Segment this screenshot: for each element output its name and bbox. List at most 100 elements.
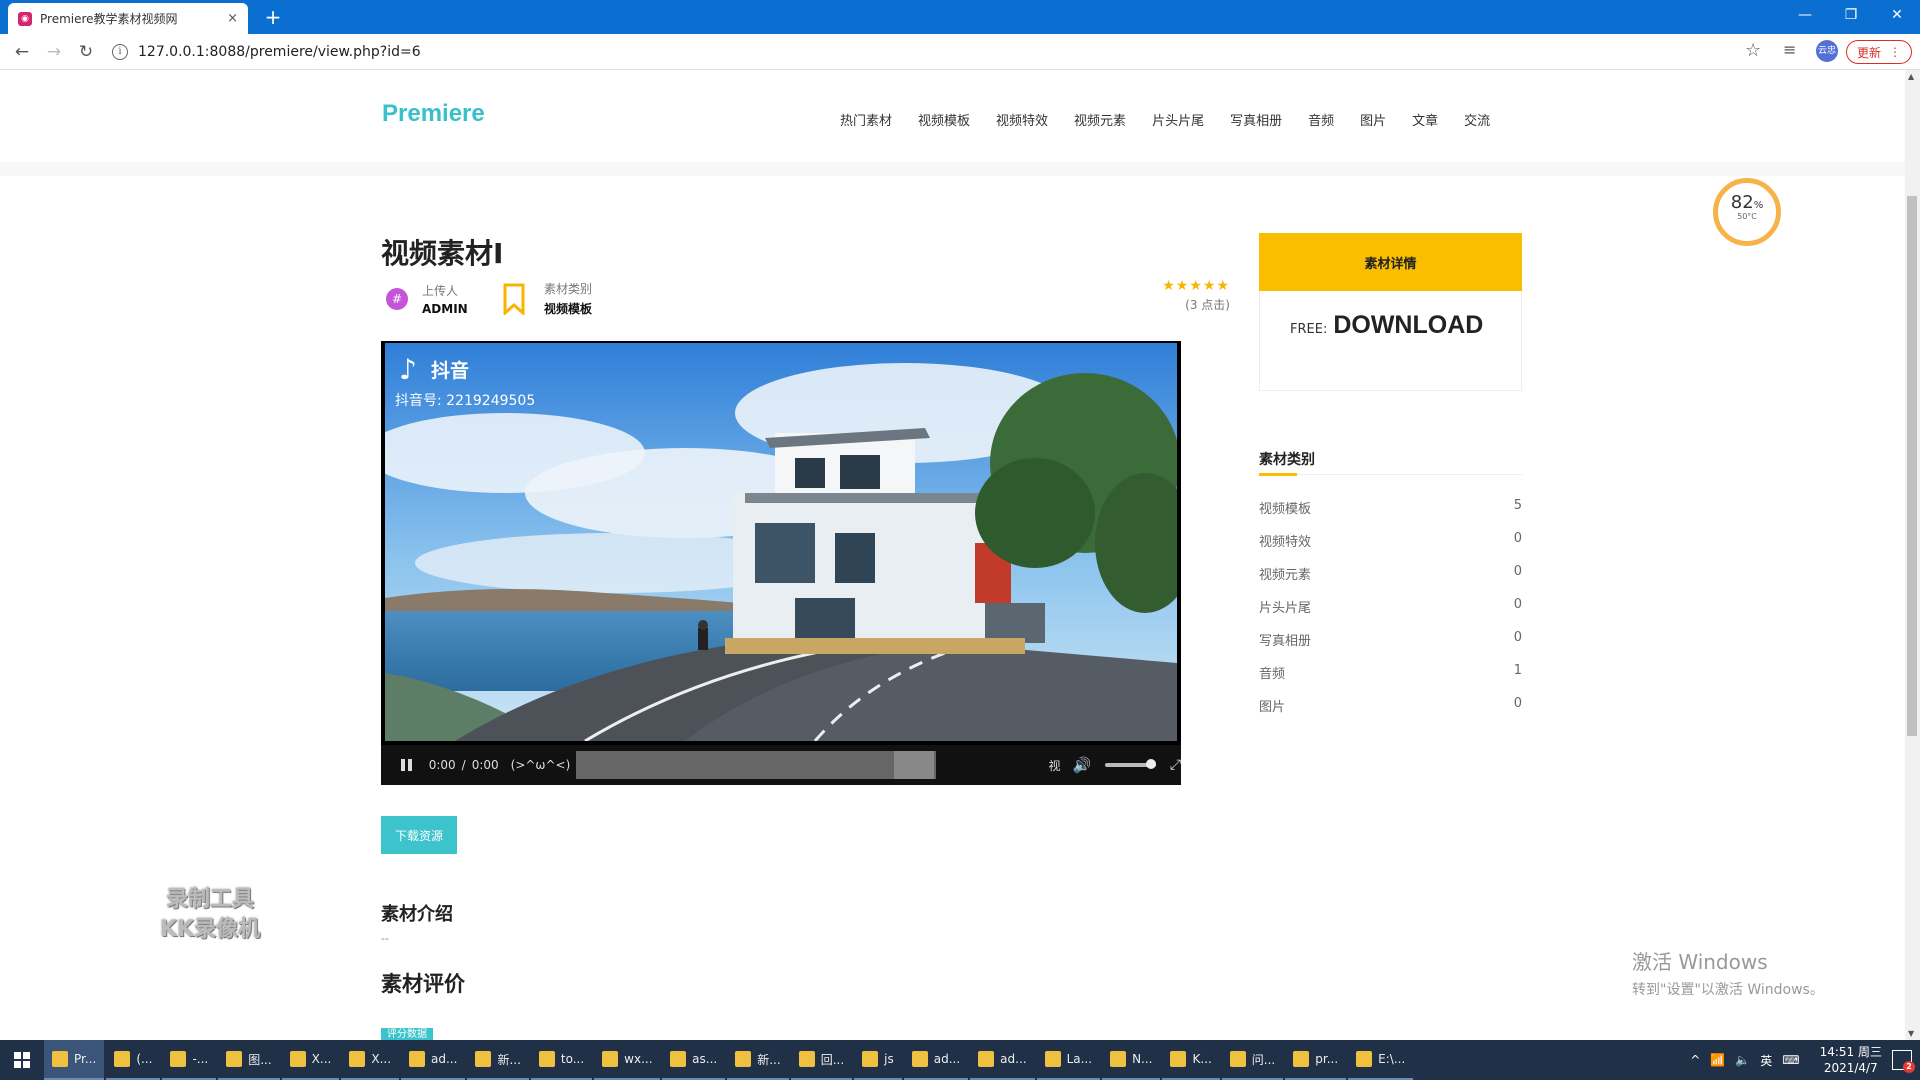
nav-item-video-effects[interactable]: 视频特效 (996, 110, 1048, 129)
volume-slider[interactable] (1105, 759, 1156, 769)
taskbar-app-button[interactable]: (... (106, 1040, 161, 1080)
category-name[interactable]: 视频模板 (1259, 498, 1311, 531)
taskbar-app-button[interactable]: pr... (1285, 1040, 1347, 1080)
tab-close-icon[interactable]: × (227, 11, 238, 26)
category-value[interactable]: 视频模板 (544, 300, 592, 317)
taskbar-app-button[interactable]: 回... (790, 1040, 853, 1080)
download-row[interactable]: FREE: DOWNLOAD (1290, 311, 1483, 340)
video-player[interactable]: ♪ 抖音 抖音号: 2219249505 0:00 / 0:00 (>^ω^<)… (381, 341, 1181, 785)
taskbar-app-button[interactable]: to... (530, 1040, 593, 1080)
network-icon[interactable]: 📶 (1710, 1053, 1725, 1067)
taskbar-app-button[interactable]: js (854, 1040, 902, 1080)
taskbar-app-button[interactable]: La... (1036, 1040, 1101, 1080)
download-link[interactable]: DOWNLOAD (1333, 311, 1483, 340)
reload-icon[interactable]: ↻ (70, 42, 102, 62)
taskbar-app-label: X... (311, 1052, 332, 1066)
close-window-icon[interactable]: ✕ (1874, 0, 1920, 30)
speaker-icon[interactable]: 🔈 (1735, 1053, 1750, 1067)
scroll-down-icon[interactable]: ▼ (1908, 1029, 1914, 1038)
vision-toggle[interactable]: 视 (1048, 757, 1060, 774)
url-text[interactable]: 127.0.0.1:8088/premiere/view.php?id=6 (138, 44, 421, 60)
category-item[interactable]: 片头片尾 0 (1259, 597, 1522, 630)
bookmark-icon (503, 283, 525, 315)
app-icon (1356, 1051, 1373, 1067)
update-button[interactable]: 更新 ⋮ (1846, 40, 1912, 64)
taskbar-clock[interactable]: 14:51 周三 2021/4/7 (1820, 1044, 1882, 1076)
category-name[interactable]: 图片 (1259, 696, 1285, 729)
taskbar-app-button[interactable]: E:\... (1348, 1040, 1414, 1080)
taskbar-app-button[interactable]: X... (341, 1040, 400, 1080)
activate-title: 激活 Windows (1632, 950, 1768, 974)
taskbar-app-button[interactable]: 新... (727, 1040, 789, 1080)
download-resource-button[interactable]: 下载资源 (381, 816, 457, 854)
system-monitor-gauge[interactable]: 82% 50°C (1713, 178, 1781, 246)
app-icon (862, 1051, 879, 1067)
review-heading: 素材评价 (381, 972, 465, 996)
page-scrollbar[interactable]: ▲ ▼ (1905, 70, 1920, 1040)
nav-item-intro-outro[interactable]: 片头片尾 (1152, 110, 1204, 129)
app-icon (735, 1051, 752, 1067)
nav-item-images[interactable]: 图片 (1360, 110, 1386, 129)
media-control-icon[interactable]: ≡ (1783, 40, 1796, 59)
category-name[interactable]: 视频元素 (1259, 564, 1311, 597)
category-item[interactable]: 视频元素 0 (1259, 564, 1522, 597)
taskbar-app-button[interactable]: K... (1162, 1040, 1220, 1080)
nav-item-articles[interactable]: 文章 (1412, 110, 1438, 129)
category-name[interactable]: 写真相册 (1259, 630, 1311, 663)
ime-indicator[interactable]: 英 (1760, 1052, 1772, 1069)
site-logo[interactable]: Premiere (382, 100, 485, 128)
category-name[interactable]: 片头片尾 (1259, 597, 1311, 630)
category-item[interactable]: 图片 0 (1259, 696, 1522, 729)
scroll-thumb[interactable] (1907, 196, 1917, 736)
taskbar-app-button[interactable]: 图... (218, 1040, 280, 1080)
fullscreen-icon[interactable]: ⤢ (1170, 757, 1181, 773)
progress-knob[interactable] (894, 751, 935, 779)
tray-expand-icon[interactable]: ^ (1690, 1053, 1700, 1067)
taskbar-app-button[interactable]: X... (281, 1040, 340, 1080)
back-arrow-icon[interactable]: ← (6, 42, 38, 62)
category-item[interactable]: 写真相册 0 (1259, 630, 1522, 663)
taskbar-app-button[interactable]: as... (662, 1040, 726, 1080)
progress-bar[interactable] (576, 751, 937, 779)
nav-item-video-templates[interactable]: 视频模板 (918, 110, 970, 129)
address-field[interactable]: i 127.0.0.1:8088/premiere/view.php?id=6 (112, 40, 1772, 64)
nav-item-audio[interactable]: 音频 (1308, 110, 1334, 129)
start-button[interactable] (0, 1040, 44, 1080)
category-item[interactable]: 视频模板 5 (1259, 498, 1522, 531)
new-tab-button[interactable]: + (260, 4, 286, 30)
taskbar-app-button[interactable]: wx... (594, 1040, 661, 1080)
category-item[interactable]: 视频特效 0 (1259, 531, 1522, 564)
pause-icon[interactable] (401, 759, 413, 771)
category-name[interactable]: 视频特效 (1259, 531, 1311, 564)
nav-item-albums[interactable]: 写真相册 (1230, 110, 1282, 129)
browser-tab[interactable]: ◉ Premiere教学素材视频网 × (8, 3, 248, 34)
restore-icon[interactable]: ❐ (1828, 0, 1874, 30)
app-icon (170, 1051, 187, 1067)
taskbar-app-label: ad... (1000, 1052, 1027, 1066)
taskbar-app-label: to... (560, 1052, 585, 1066)
taskbar-app-button[interactable]: ad... (903, 1040, 969, 1080)
nav-item-community[interactable]: 交流 (1464, 110, 1490, 129)
nav-item-video-elements[interactable]: 视频元素 (1074, 110, 1126, 129)
taskbar-app-button[interactable]: Pr... (44, 1040, 105, 1080)
scroll-up-icon[interactable]: ▲ (1908, 72, 1914, 81)
nav-item-hot[interactable]: 热门素材 (840, 110, 892, 129)
keyboard-icon[interactable]: ⌨ (1782, 1053, 1799, 1067)
site-info-icon[interactable]: i (112, 44, 128, 60)
category-name[interactable]: 音频 (1259, 663, 1285, 696)
taskbar-app-button[interactable]: ad... (401, 1040, 466, 1080)
profile-avatar[interactable]: 云忠 (1816, 40, 1838, 62)
page-title: 视频素材I (381, 237, 504, 270)
taskbar-app-button[interactable]: N... (1102, 1040, 1161, 1080)
taskbar-app-button[interactable]: -... (162, 1040, 217, 1080)
notification-center-icon[interactable]: 2 (1892, 1050, 1915, 1073)
minimize-icon[interactable]: — (1782, 0, 1828, 30)
taskbar-app-button[interactable]: 问... (1221, 1040, 1284, 1080)
video-frame[interactable]: ♪ 抖音 抖音号: 2219249505 (385, 343, 1177, 741)
volume-icon[interactable]: 🔊 (1073, 756, 1092, 774)
taskbar-app-button[interactable]: 新... (467, 1040, 529, 1080)
forward-arrow-icon[interactable]: → (38, 42, 70, 62)
category-item[interactable]: 音频 1 (1259, 663, 1522, 696)
bookmark-star-icon[interactable]: ☆ (1745, 40, 1761, 61)
taskbar-app-button[interactable]: ad... (970, 1040, 1035, 1080)
